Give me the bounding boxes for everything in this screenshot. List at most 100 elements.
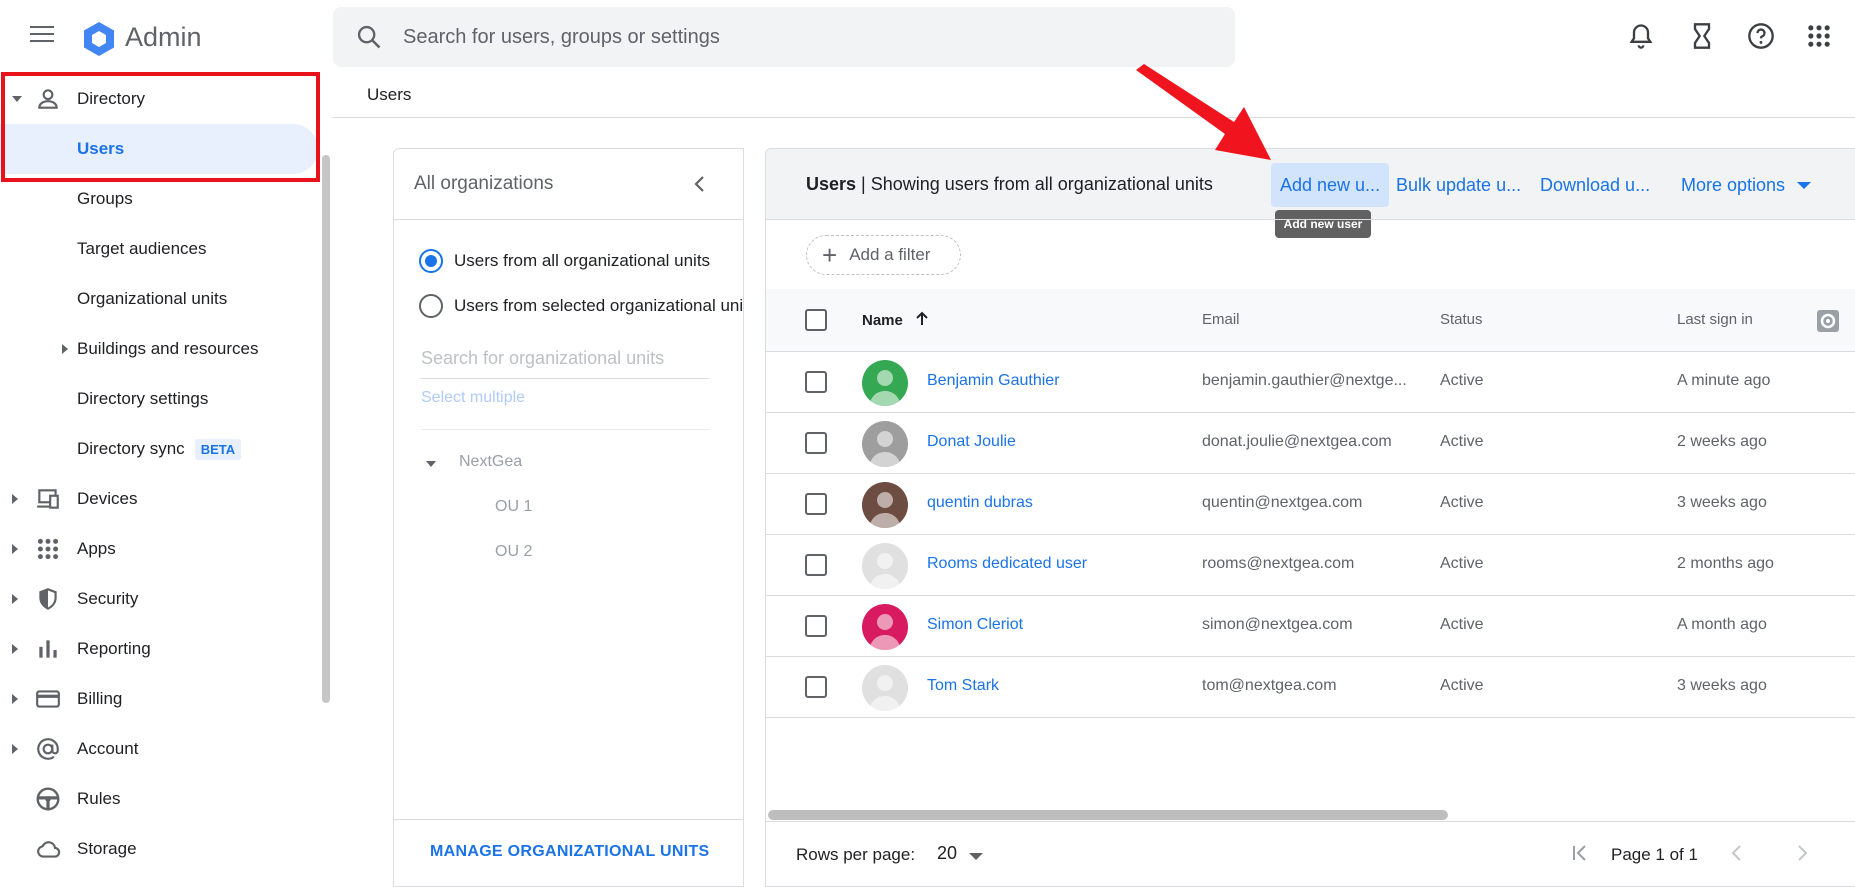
sidebar-item-devices[interactable]: Devices — [0, 474, 318, 524]
select-all-checkbox[interactable] — [805, 309, 827, 331]
gear-icon[interactable] — [1816, 309, 1840, 333]
column-header-name[interactable]: Name — [862, 311, 929, 329]
table-row[interactable]: Tom Stark tom@nextgea.com Active 3 weeks ag… — [766, 657, 1855, 718]
chevron-right-icon[interactable] — [62, 344, 68, 354]
radio-all-org-units[interactable]: Users from all organizational units — [419, 247, 710, 275]
sidebar-item-billing[interactable]: Billing — [0, 674, 318, 724]
at-sign-icon — [37, 738, 59, 760]
add-new-user-button[interactable]: Add new u... — [1271, 163, 1390, 207]
table-row[interactable]: quentin dubras quentin@nextgea.com Active 3… — [766, 474, 1855, 535]
sidebar-item-rules[interactable]: Rules — [0, 774, 318, 824]
radio-button[interactable] — [419, 294, 443, 318]
sidebar-item-target-audiences[interactable]: Target audiences — [0, 224, 318, 274]
hourglass-icon[interactable] — [1688, 22, 1716, 50]
devices-icon — [37, 489, 59, 509]
caret-down-icon[interactable] — [969, 853, 983, 860]
row-checkbox[interactable] — [805, 554, 827, 576]
user-name-link[interactable]: Donat Joulie — [927, 433, 1016, 451]
cloud-icon — [37, 841, 61, 858]
rows-per-page-select[interactable]: 20 — [937, 843, 957, 864]
row-checkbox[interactable] — [805, 493, 827, 515]
search-input[interactable] — [403, 17, 1203, 57]
manage-org-units-link[interactable]: MANAGE ORGANIZATIONAL UNITS — [430, 843, 710, 861]
row-checkbox[interactable] — [805, 615, 827, 637]
first-page-icon[interactable] — [1569, 842, 1591, 864]
org-unit-search-input[interactable] — [421, 339, 709, 379]
user-name-link[interactable]: quentin dubras — [927, 494, 1033, 512]
tree-item-ou[interactable]: OU 2 — [495, 543, 532, 561]
bulk-update-users-button[interactable]: Bulk update u... — [1387, 163, 1530, 207]
user-email: benjamin.gauthier@nextge... — [1202, 372, 1407, 389]
user-status: Active — [1440, 494, 1484, 511]
chevron-right-icon[interactable] — [12, 594, 18, 604]
table-row[interactable]: Donat Joulie donat.joulie@nextgea.com Acti… — [766, 413, 1855, 474]
help-icon[interactable] — [1747, 22, 1775, 50]
user-status: Active — [1440, 372, 1484, 389]
user-name-link[interactable]: Simon Cleriot — [927, 616, 1023, 634]
column-header-status[interactable]: Status — [1440, 311, 1483, 328]
radio-selected-org-units[interactable]: Users from selected organizational units — [419, 292, 743, 320]
sidebar-item-directory-settings[interactable]: Directory settings — [0, 374, 318, 424]
row-checkbox[interactable] — [805, 676, 827, 698]
sidebar-item-directory-sync[interactable]: Directory sync BETA — [0, 424, 318, 474]
beta-badge: BETA — [194, 438, 242, 460]
bell-icon[interactable] — [1627, 22, 1655, 50]
sidebar-item-account[interactable]: Account — [0, 724, 318, 774]
more-options-button[interactable]: More options — [1672, 163, 1820, 207]
scrollbar-thumb[interactable] — [768, 810, 1448, 820]
admin-logo[interactable] — [80, 20, 118, 58]
avatar — [862, 360, 908, 406]
chevron-right-icon[interactable] — [12, 644, 18, 654]
sidebar-item-apps[interactable]: Apps — [0, 524, 318, 574]
sidebar-item-reporting[interactable]: Reporting — [0, 624, 318, 674]
sidebar-item-buildings-resources[interactable]: Buildings and resources — [0, 324, 318, 374]
download-users-button[interactable]: Download u... — [1531, 163, 1659, 207]
main-menu-icon[interactable] — [30, 26, 54, 46]
user-last-sign-in: 3 weeks ago — [1677, 677, 1767, 694]
user-name-link[interactable]: Tom Stark — [927, 677, 999, 695]
sidebar-item-label-group: Directory sync BETA — [77, 438, 242, 460]
sidebar-scrollbar[interactable] — [322, 155, 330, 703]
organizations-panel: All organizations Users from all organiz… — [393, 148, 744, 887]
chevron-left-icon[interactable] — [692, 175, 708, 193]
radio-button-checked[interactable] — [419, 249, 443, 273]
add-filter-button[interactable]: + Add a filter — [806, 235, 961, 275]
next-page-icon[interactable] — [1791, 842, 1813, 864]
user-last-sign-in: 2 weeks ago — [1677, 433, 1767, 450]
table-row[interactable]: Benjamin Gauthier benjamin.gauthier@nextg… — [766, 352, 1855, 413]
chevron-right-icon[interactable] — [12, 694, 18, 704]
user-email: tom@nextgea.com — [1202, 677, 1337, 694]
sidebar-item-label: Target audiences — [77, 239, 207, 258]
column-header-last-sign-in[interactable]: Last sign in — [1677, 311, 1753, 328]
sidebar-item-label: Account — [77, 739, 139, 758]
tree-item-root[interactable]: NextGea — [459, 453, 522, 471]
column-header-email[interactable]: Email — [1202, 311, 1240, 328]
select-multiple-link[interactable]: Select multiple — [421, 389, 525, 407]
sidebar-item-security[interactable]: Security — [0, 574, 318, 624]
chevron-right-icon[interactable] — [12, 544, 18, 554]
apps-grid-icon[interactable] — [1805, 22, 1833, 50]
horizontal-scrollbar[interactable] — [766, 809, 1855, 821]
rows-per-page-label: Rows per page: — [796, 845, 916, 864]
table-row[interactable]: Rooms dedicated user rooms@nextgea.com Act… — [766, 535, 1855, 596]
sidebar-item-organizational-units[interactable]: Organizational units — [0, 274, 318, 324]
global-search[interactable] — [333, 7, 1235, 67]
sidebar-item-storage[interactable]: Storage — [0, 824, 318, 874]
chevron-right-icon[interactable] — [12, 494, 18, 504]
row-checkbox[interactable] — [805, 432, 827, 454]
sidebar-item-label: Directory settings — [77, 389, 209, 408]
divider — [333, 117, 1855, 118]
highlight-annotation-box — [1, 72, 320, 182]
users-title-bold: Users — [806, 174, 857, 194]
tree-item-ou[interactable]: OU 1 — [495, 498, 532, 516]
sidebar-item-label: Buildings and resources — [77, 339, 259, 358]
user-name-link[interactable]: Benjamin Gauthier — [927, 372, 1060, 390]
user-name-link[interactable]: Rooms dedicated user — [927, 555, 1087, 573]
chevron-down-icon[interactable] — [426, 461, 436, 467]
row-checkbox[interactable] — [805, 371, 827, 393]
column-header-label: Name — [862, 312, 903, 329]
user-status: Active — [1440, 555, 1484, 572]
previous-page-icon[interactable] — [1726, 842, 1748, 864]
chevron-right-icon[interactable] — [12, 744, 18, 754]
table-row[interactable]: Simon Cleriot simon@nextgea.com Active A mo… — [766, 596, 1855, 657]
